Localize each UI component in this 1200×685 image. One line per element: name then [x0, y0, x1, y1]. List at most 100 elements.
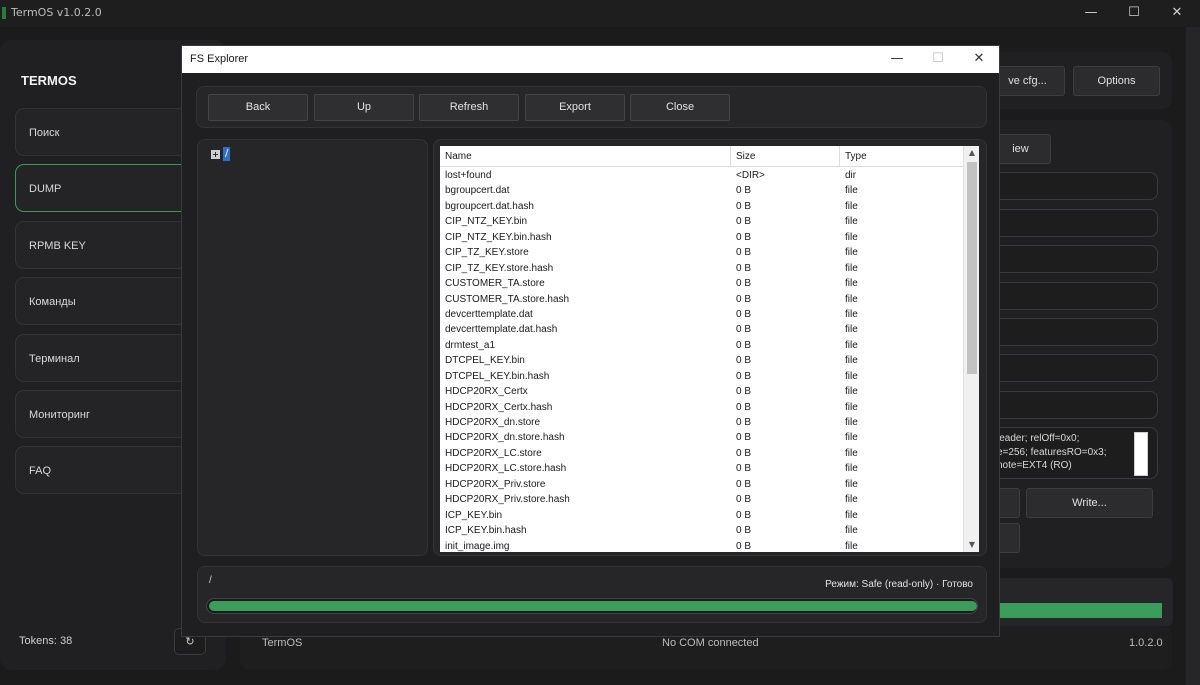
dialog-title-bar: FS Explorer — ☐ ✕	[182, 46, 999, 73]
table-row[interactable]: drmtest_a1 0 B file	[440, 338, 963, 353]
nav-item-monitoring[interactable]: Мониторинг	[15, 390, 200, 438]
cell-type: file	[845, 447, 858, 459]
table-row[interactable]: bgroupcert.dat 0 B file	[440, 183, 963, 198]
cell-size: 0 B	[736, 447, 752, 459]
maximize-button[interactable]: ☐	[1119, 3, 1149, 23]
table-row[interactable]: HDCP20RX_Certx 0 B file	[440, 384, 963, 399]
table-row[interactable]: HDCP20RX_LC.store.hash 0 B file	[440, 461, 963, 476]
table-row[interactable]: HDCP20RX_dn.store.hash 0 B file	[440, 430, 963, 445]
write-button[interactable]: Write...	[1026, 488, 1153, 518]
cell-name: CIP_TZ_KEY.store	[445, 247, 529, 259]
table-row[interactable]: HDCP20RX_Priv.store 0 B file	[440, 477, 963, 492]
refresh-button[interactable]: Refresh	[419, 94, 519, 121]
app-title-bar: TermOS v1.0.2.0 — ☐ ✕	[0, 0, 1200, 27]
table-row[interactable]: HDCP20RX_Certx.hash 0 B file	[440, 400, 963, 415]
table-row[interactable]: CIP_NTZ_KEY.bin.hash 0 B file	[440, 230, 963, 245]
minimize-button[interactable]: —	[1076, 3, 1106, 23]
table-row[interactable]: ICP_KEY.bin 0 B file	[440, 508, 963, 523]
cell-name: HDCP20RX_Priv.store	[445, 478, 546, 490]
options-button[interactable]: Options	[1073, 66, 1160, 96]
nav-item-dump[interactable]: DUMP	[15, 164, 200, 212]
app-title: TermOS v1.0.2.0	[11, 6, 102, 19]
dialog-close-button[interactable]: ✕	[964, 49, 994, 69]
cell-name: HDCP20RX_Priv.store.hash	[445, 494, 570, 506]
dialog-minimize-button[interactable]: —	[882, 49, 912, 69]
file-list-scrollbar[interactable]: ▲ ▼	[963, 146, 979, 552]
cell-name: HDCP20RX_LC.store	[445, 447, 542, 459]
cell-size: 0 B	[736, 355, 752, 367]
field-7[interactable]	[975, 391, 1158, 419]
field-1[interactable]	[975, 172, 1158, 200]
cell-name: CIP_NTZ_KEY.bin.hash	[445, 231, 552, 243]
field-3[interactable]	[975, 245, 1158, 273]
back-button[interactable]: Back	[208, 94, 308, 121]
cell-name: devcerttemplate.dat.hash	[445, 324, 558, 336]
table-row[interactable]: CIP_TZ_KEY.store.hash 0 B file	[440, 261, 963, 276]
file-list-header: Name Size Type	[440, 146, 963, 167]
field-2[interactable]	[975, 209, 1158, 237]
tree-root-node[interactable]: /	[223, 147, 231, 161]
cell-size: 0 B	[736, 525, 752, 537]
cell-size: 0 B	[736, 386, 752, 398]
column-header-type[interactable]: Type	[840, 146, 963, 167]
dialog-maximize-button[interactable]: ☐	[923, 49, 953, 69]
export-button[interactable]: Export	[525, 94, 625, 121]
close-button[interactable]: ✕	[1162, 3, 1192, 23]
up-button[interactable]: Up	[314, 94, 414, 121]
nav-item-terminal[interactable]: Терминал	[15, 334, 200, 382]
nav-item-commands[interactable]: Команды	[15, 277, 200, 325]
save-cfg-button[interactable]: ve cfg...	[990, 66, 1065, 96]
cell-type: file	[845, 324, 858, 336]
cell-type: file	[845, 262, 858, 274]
cell-name: HDCP20RX_LC.store.hash	[445, 463, 567, 475]
tree-expand-icon[interactable]: +	[211, 150, 220, 159]
table-row[interactable]: CUSTOMER_TA.store.hash 0 B file	[440, 292, 963, 307]
table-row[interactable]: CIP_TZ_KEY.store 0 B file	[440, 245, 963, 260]
cell-type: file	[845, 293, 858, 305]
scroll-thumb[interactable]	[967, 162, 977, 374]
scroll-down-icon[interactable]: ▼	[964, 538, 979, 552]
table-row[interactable]: HDCP20RX_LC.store 0 B file	[440, 446, 963, 461]
cell-size: 0 B	[736, 262, 752, 274]
column-header-size[interactable]: Size	[731, 146, 840, 167]
cell-size: 0 B	[736, 231, 752, 243]
table-row[interactable]: DTCPEL_KEY.bin.hash 0 B file	[440, 369, 963, 384]
cell-type: file	[845, 339, 858, 351]
field-5[interactable]	[975, 318, 1158, 346]
info-scrollbar[interactable]	[1134, 432, 1148, 476]
cell-name: CIP_NTZ_KEY.bin	[445, 216, 528, 228]
table-row[interactable]: init_image.img 0 B file	[440, 539, 963, 553]
cell-type: file	[845, 432, 858, 444]
table-row[interactable]: CIP_NTZ_KEY.bin 0 B file	[440, 214, 963, 229]
nav-item-search[interactable]: Поиск	[15, 108, 200, 156]
close-dialog-button[interactable]: Close	[630, 94, 730, 121]
table-row[interactable]: CUSTOMER_TA.store 0 B file	[440, 276, 963, 291]
cell-name: CUSTOMER_TA.store	[445, 278, 545, 290]
dialog-progress-fill	[209, 601, 977, 611]
field-4[interactable]	[975, 282, 1158, 310]
cell-type: file	[845, 231, 858, 243]
cell-name: init_image.img	[445, 540, 510, 552]
table-row[interactable]: ICP_KEY.bin.hash 0 B file	[440, 523, 963, 538]
table-row[interactable]: HDCP20RX_dn.store 0 B file	[440, 415, 963, 430]
app-icon	[2, 7, 6, 19]
nav-item-faq[interactable]: FAQ	[15, 446, 200, 494]
table-row[interactable]: devcerttemplate.dat 0 B file	[440, 307, 963, 322]
cell-name: bgroupcert.dat	[445, 185, 510, 197]
cell-type: file	[845, 463, 858, 475]
table-row[interactable]: lost+found <DIR> dir	[440, 168, 963, 183]
table-row[interactable]: DTCPEL_KEY.bin 0 B file	[440, 353, 963, 368]
table-row[interactable]: HDCP20RX_Priv.store.hash 0 B file	[440, 492, 963, 507]
scroll-up-icon[interactable]: ▲	[964, 146, 979, 160]
window-edge	[1186, 27, 1200, 685]
table-row[interactable]: bgroupcert.dat.hash 0 B file	[440, 199, 963, 214]
dialog-progress-track	[206, 598, 978, 614]
cell-name: HDCP20RX_dn.store.hash	[445, 432, 565, 444]
cell-type: file	[845, 478, 858, 490]
table-row[interactable]: devcerttemplate.dat.hash 0 B file	[440, 322, 963, 337]
cell-size: 0 B	[736, 540, 752, 552]
field-6[interactable]	[975, 354, 1158, 382]
column-header-name[interactable]: Name	[440, 146, 731, 167]
nav-item-rpmb-key[interactable]: RPMB KEY	[15, 221, 200, 269]
cell-name: HDCP20RX_dn.store	[445, 417, 541, 428]
